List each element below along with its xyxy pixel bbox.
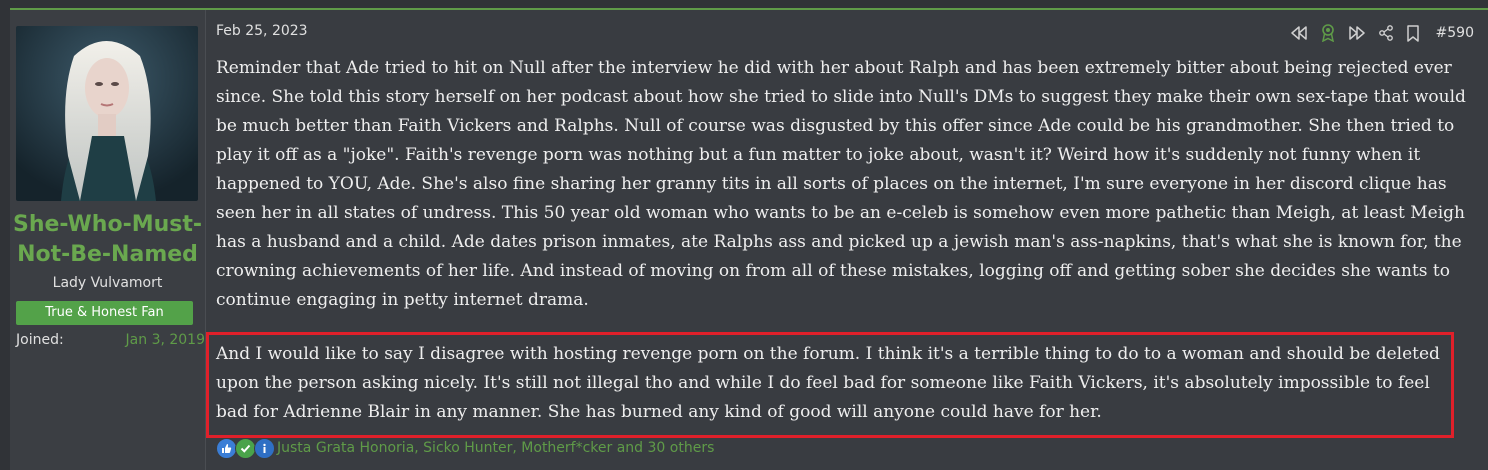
info-icon [254,437,275,459]
rewind-icon[interactable] [1290,26,1308,40]
award-icon[interactable] [1320,24,1336,42]
page: She-Who-Must-Not-Be-Named Lady Vulvamort… [0,0,1488,470]
share-icon[interactable] [1378,25,1394,41]
reactions-list[interactable]: Justa Grata Honoria, Sicko Hunter, Mothe… [277,440,714,456]
check-icon [235,437,256,459]
thumbs-up-icon [216,437,237,459]
joined-label: Joined: [16,332,64,348]
fast-forward-icon[interactable] [1348,26,1366,40]
user-panel: She-Who-Must-Not-Be-Named Lady Vulvamort… [10,10,206,470]
post-body-paragraph: Reminder that Ade tried to hit on Null a… [216,58,1466,310]
post-actions: #590 [1290,21,1474,45]
post-number[interactable]: #590 [1436,25,1474,41]
user-title: Lady Vulvamort [52,275,163,291]
user-banner: True & Honest Fan [16,301,193,325]
highlighted-paragraph: And I would like to say I disagree with … [216,344,1440,422]
avatar[interactable] [16,26,198,201]
forum-post: She-Who-Must-Not-Be-Named Lady Vulvamort… [10,10,1488,470]
username[interactable]: She-Who-Must-Not-Be-Named [10,210,205,270]
reactions-bar[interactable]: Justa Grata Honoria, Sicko Hunter, Mothe… [216,436,714,460]
joined-value: Jan 3, 2019 [125,332,205,348]
bookmark-icon[interactable] [1406,24,1420,42]
post-date[interactable]: Feb 25, 2023 [216,23,308,39]
reaction-icons [216,437,275,459]
